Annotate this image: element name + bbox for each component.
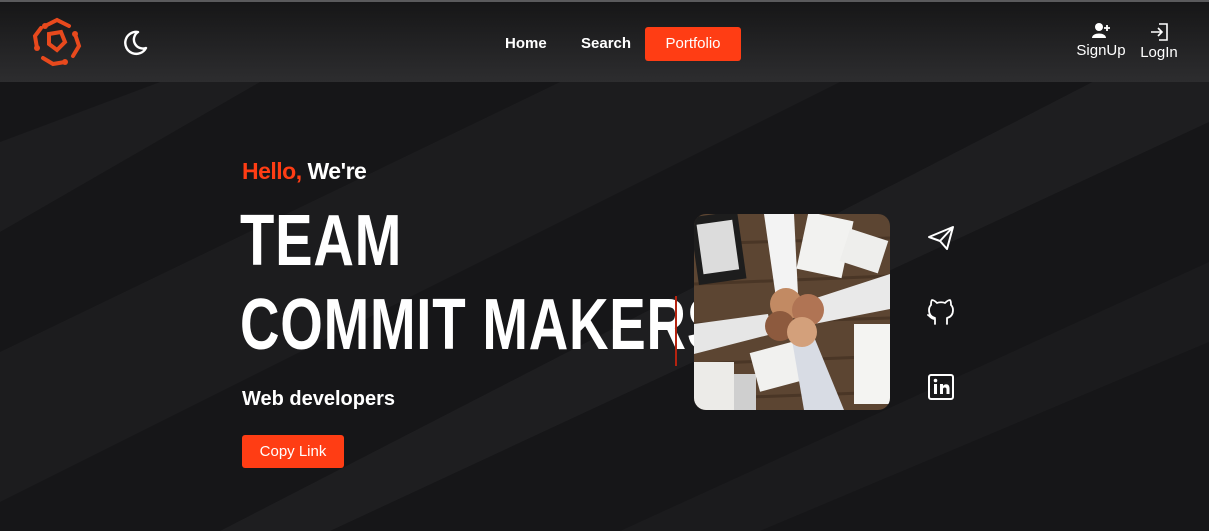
greeting: Hello, We're — [242, 158, 367, 185]
nav-home-link[interactable]: Home — [505, 27, 547, 61]
team-fist-bump-photo — [694, 214, 890, 410]
telegram-icon[interactable] — [926, 223, 956, 253]
top-navbar: Home Search Portfolio SignUp LogIn — [0, 2, 1209, 82]
circuit-logo-icon[interactable] — [31, 16, 83, 68]
team-name-title-line: COMMIT MAKERS — [240, 285, 725, 365]
login-icon — [1151, 23, 1168, 41]
github-icon[interactable] — [926, 297, 956, 327]
team-title-line: TEAM — [240, 201, 403, 281]
signup-label: SignUp — [1076, 42, 1126, 59]
nav-search-link[interactable]: Search — [581, 27, 631, 61]
login-label: LogIn — [1140, 44, 1178, 61]
login-button[interactable]: LogIn — [1131, 22, 1187, 61]
nav-portfolio-link[interactable]: Portfolio — [645, 27, 741, 61]
typing-caret — [675, 296, 677, 366]
hero-subtitle: Web developers — [242, 388, 396, 410]
add-user-icon — [1092, 23, 1110, 38]
greeting-accent: Hello, — [242, 158, 302, 184]
signup-button[interactable]: SignUp — [1073, 22, 1129, 59]
greeting-rest: We're — [301, 158, 367, 184]
moon-icon[interactable] — [120, 28, 150, 58]
hero-section: Hello, We're TEAM COMMIT MAKERS Web deve… — [0, 82, 1209, 531]
linkedin-icon[interactable] — [926, 372, 956, 402]
copy-link-button[interactable]: Copy Link — [242, 435, 344, 468]
